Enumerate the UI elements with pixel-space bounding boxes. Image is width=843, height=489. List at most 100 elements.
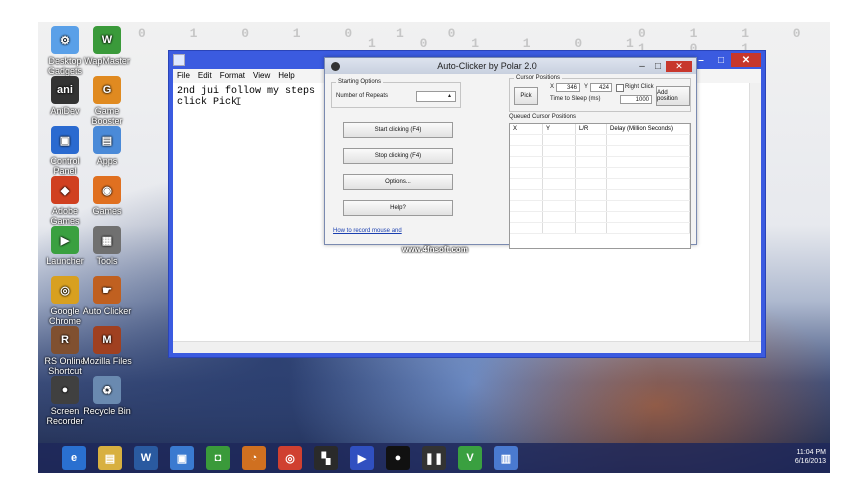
table-row[interactable] [510, 167, 690, 179]
table-row[interactable] [510, 200, 690, 212]
vertical-scrollbar[interactable] [749, 83, 761, 341]
table-cell [606, 167, 690, 179]
queued-positions-list[interactable]: X Y L/R Delay (Million Seconds) [509, 123, 691, 249]
minimize-button[interactable]: – [634, 61, 650, 72]
pause-icon[interactable]: ❚❚ [422, 446, 446, 470]
table-cell [542, 211, 576, 223]
table-cell [542, 178, 576, 190]
table-row[interactable] [510, 134, 690, 146]
close-button[interactable]: ✕ [666, 60, 692, 72]
w-app-icon: W [93, 26, 121, 54]
table-cell [606, 189, 690, 201]
table-cell [542, 189, 576, 201]
system-tray[interactable]: 11:04 PM 6/16/2013 [795, 448, 826, 466]
table-row[interactable] [510, 156, 690, 168]
media-icon[interactable]: ▣ [170, 446, 194, 470]
table-cell [542, 222, 576, 234]
table-cell [606, 134, 690, 146]
menu-help[interactable]: Help [274, 69, 298, 83]
desktop-shortcut-label: WapMaster [84, 56, 130, 66]
start-clicking-button[interactable]: Start clicking (F4) [343, 122, 453, 138]
column-delay-header[interactable]: Delay (Million Seconds) [606, 124, 690, 135]
autoclicker-window: Auto-Clicker by Polar 2.0 – □ ✕ Starting… [324, 57, 697, 249]
gauge-icon[interactable]: ◔ [242, 446, 266, 470]
ie-icon[interactable]: e [62, 446, 86, 470]
x-label: X [550, 84, 555, 90]
desktop-shortcut-label: Apps [96, 156, 118, 166]
y-input[interactable]: 424 [590, 83, 612, 92]
file-explorer-icon[interactable]: ▤ [98, 446, 122, 470]
desktop-shortcut-label: Games [92, 206, 122, 216]
column-x-header[interactable]: X [510, 124, 543, 135]
desktop-shortcut[interactable]: W WapMaster [82, 26, 132, 66]
recorder-icon: ● [51, 376, 79, 404]
table-cell [542, 145, 576, 157]
menu-edit[interactable]: Edit [194, 69, 216, 83]
table-cell [606, 200, 690, 212]
chrome-taskbar-icon[interactable]: ◎ [278, 446, 302, 470]
desktop-shortcut[interactable]: ▤ Apps [82, 126, 132, 166]
table-cell [575, 211, 607, 223]
table-cell [510, 134, 543, 146]
x-input[interactable]: 346 [556, 83, 580, 92]
table-row[interactable] [510, 222, 690, 234]
maximize-button[interactable]: □ [650, 61, 666, 72]
table-row[interactable] [510, 178, 690, 190]
right-click-checkbox[interactable] [616, 84, 624, 92]
autoclicker-titlebar[interactable]: Auto-Clicker by Polar 2.0 – □ ✕ [325, 58, 696, 74]
tools-icon: ▦ [93, 226, 121, 254]
hand-icon: ☛ [93, 276, 121, 304]
table-row[interactable] [510, 189, 690, 201]
video-icon[interactable]: ▶ [350, 446, 374, 470]
ani-icon: ani [51, 76, 79, 104]
maximize-button[interactable]: □ [711, 53, 731, 67]
cursor-positions-caption: Cursor Positions [514, 75, 563, 81]
clock-date: 6/16/2013 [794, 458, 826, 465]
options-button[interactable]: Options... [343, 174, 453, 190]
horizontal-scrollbar[interactable] [173, 341, 761, 353]
sleep-input[interactable]: 1000 [620, 95, 652, 104]
desktop-shortcut[interactable]: G Game Booster [82, 76, 132, 126]
right-click-label: Right Click [625, 84, 654, 90]
desktop-shortcut-label: Game Booster [91, 106, 123, 126]
column-lr-header[interactable]: L/R [575, 124, 607, 135]
help-button[interactable]: Help? [343, 200, 453, 216]
menu-format[interactable]: Format [216, 69, 249, 83]
table-cell [542, 134, 576, 146]
table-cell [510, 156, 543, 168]
menu-view[interactable]: View [249, 69, 274, 83]
table-cell [575, 134, 607, 146]
repeats-label: Number of Repeats [336, 93, 389, 99]
vuze-icon[interactable]: V [458, 446, 482, 470]
desktop-shortcut-label: Mozilla Files [82, 356, 132, 366]
table-cell [510, 211, 543, 223]
desktop-shortcut[interactable]: M Mozilla Files [82, 326, 132, 366]
recorder-taskbar-icon[interactable]: ● [386, 446, 410, 470]
stop-clicking-button[interactable]: Stop clicking (F4) [343, 148, 453, 164]
desktop-shortcut[interactable]: ♻ Recycle Bin [82, 376, 132, 416]
pick-button[interactable]: Pick [514, 87, 538, 105]
add-position-button[interactable]: Add position [656, 86, 690, 106]
table-row[interactable] [510, 211, 690, 223]
desktop-shortcut[interactable]: ▦ Tools [82, 226, 132, 266]
table-row[interactable] [510, 145, 690, 157]
green-app-icon[interactable]: ◘ [206, 446, 230, 470]
table-cell [575, 167, 607, 179]
cursor-positions-group: Cursor Positions Pick X 346 Y 424 Right … [509, 75, 691, 112]
text-cursor-icon: I [235, 97, 242, 109]
menu-file[interactable]: File [173, 69, 194, 83]
launcher-icon: ▶ [51, 226, 79, 254]
desktop-shortcut[interactable]: ☛ Auto Clicker [82, 276, 132, 316]
game-icon[interactable]: ▚ [314, 446, 338, 470]
word-icon[interactable]: W [134, 446, 158, 470]
close-button[interactable]: ✕ [731, 53, 761, 67]
table-cell [575, 145, 607, 157]
autoclicker-app-icon [331, 61, 340, 71]
spinner-icon[interactable]: ▴ [448, 92, 451, 99]
table-cell [542, 167, 576, 179]
desktop-shortcut[interactable]: ◉ Games [82, 176, 132, 216]
desktop-screen: 0 1 0 1 0 1 0 1 0 1 1 0 1 0 1 1 0 1 0 1 … [38, 22, 830, 473]
notepad-taskbar-icon[interactable]: ▥ [494, 446, 518, 470]
column-y-header[interactable]: Y [542, 124, 576, 135]
record-help-link[interactable]: How to record mouse and [333, 228, 402, 234]
